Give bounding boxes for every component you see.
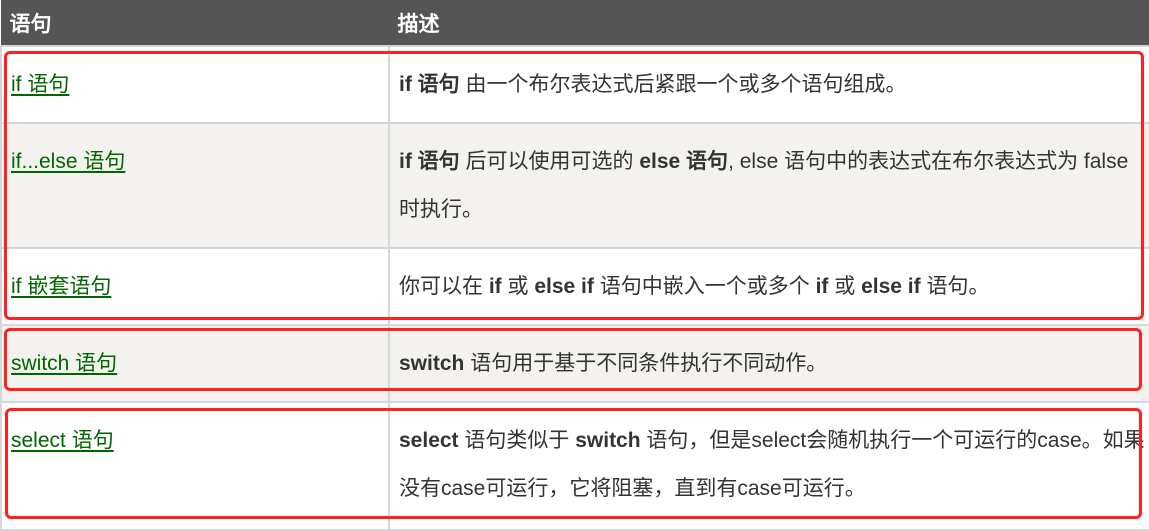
description-keyword: if 语句 [399,150,460,173]
statement-link-if-else[interactable]: if...else 语句 [11,150,125,173]
description-text: 你可以在 [399,275,489,298]
description-text: 语句中嵌入一个或多个 [593,275,816,298]
description-keyword: else if [861,275,921,298]
statement-link-nested-if[interactable]: if 嵌套语句 [11,275,111,298]
header-statement: 语句 [0,0,390,47]
description-cell: if 语句 由一个布尔表达式后紧跟一个或多个语句组成。 [388,45,1149,124]
description-text: 语句用于基于不同条件执行不同动作。 [464,352,828,375]
statement-link-select[interactable]: select 语句 [11,429,114,452]
description-text: 后可以使用可选的 [459,150,640,173]
description-keyword: switch [575,429,641,452]
statement-cell: if 语句 [0,45,390,124]
description-cell: select 语句类似于 switch 语句，但是select会随机执行一个可运… [388,401,1149,531]
table-row: switch 语句 switch 语句用于基于不同条件执行不同动作。 [0,324,1149,403]
header-description: 描述 [388,0,1149,47]
table-row: select 语句 select 语句类似于 switch 语句，但是selec… [0,401,1149,531]
description-text: 语句。 [920,275,990,298]
table-header-row: 语句 描述 [0,0,1149,47]
statement-cell: switch 语句 [0,324,390,403]
table-row: if 语句 if 语句 由一个布尔表达式后紧跟一个或多个语句组成。 [0,45,1149,124]
statements-table: 语句 描述 if 语句 if 语句 由一个布尔表达式后紧跟一个或多个语句组成。 … [0,0,1149,531]
description-keyword: else 语句 [639,150,729,173]
description-keyword: if 语句 [399,73,460,96]
description-keyword: switch [399,352,465,375]
statement-link-if[interactable]: if 语句 [11,73,69,96]
description-keyword: if [815,275,829,298]
description-text: 或 [501,275,535,298]
description-keyword: if [488,275,502,298]
description-text: 由一个布尔表达式后紧跟一个或多个语句组成。 [459,73,907,96]
description-cell: 你可以在 if 或 else if 语句中嵌入一个或多个 if 或 else i… [388,247,1149,326]
statement-cell: if...else 语句 [0,122,390,249]
description-text: 或 [828,275,862,298]
statement-link-switch[interactable]: switch 语句 [11,352,117,375]
description-cell: switch 语句用于基于不同条件执行不同动作。 [388,324,1149,403]
statement-cell: if 嵌套语句 [0,247,390,326]
table-row: if 嵌套语句 你可以在 if 或 else if 语句中嵌入一个或多个 if … [0,247,1149,326]
description-text: 语句类似于 [458,429,576,452]
table-row: if...else 语句 if 语句 后可以使用可选的 else 语句, els… [0,122,1149,249]
description-keyword: else if [534,275,594,298]
description-cell: if 语句 后可以使用可选的 else 语句, else 语句中的表达式在布尔表… [388,122,1149,249]
description-keyword: select [399,429,459,452]
statement-cell: select 语句 [0,401,390,531]
